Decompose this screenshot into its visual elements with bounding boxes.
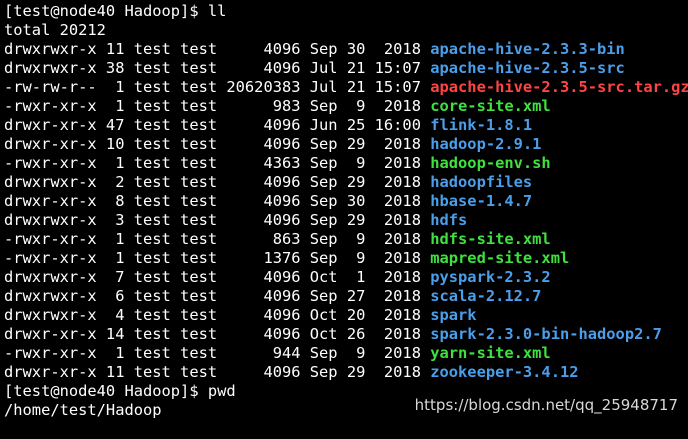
file-name: flink-1.8.1 [430,116,533,134]
listing-row: drwxrwxr-x 11 test test 4096 Sep 30 2018… [4,40,688,59]
listing-row: -rwxr-xr-x 1 test test 944 Sep 9 2018 ya… [4,344,688,363]
listing-row: drwxrwxr-x 38 test test 4096 Jul 21 15:0… [4,59,688,78]
terminal-output[interactable]: [test@node40 Hadoop]$ ll total 20212 drw… [4,2,688,439]
file-metadata: -rwxr-xr-x 1 test test 4363 Sep 9 2018 [4,154,431,172]
file-metadata: drwxrwxr-x 11 test test 4096 Sep 30 2018 [4,40,431,58]
listing-row: drwxr-xr-x 8 test test 4096 Sep 30 2018 … [4,192,688,211]
file-name: yarn-site.xml [430,344,551,362]
file-metadata: drwxrwxr-x 6 test test 4096 Sep 27 2018 [4,287,431,305]
listing-row: -rw-rw-r-- 1 test test 20620383 Jul 21 1… [4,78,688,97]
listing-row: drwxrwxr-x 4 test test 4096 Oct 20 2018 … [4,306,688,325]
watermark: https://blog.csdn.net/qq_25948717 [414,396,678,414]
file-name: zookeeper-3.4.12 [430,363,579,381]
listing-row: -rwxr-xr-x 1 test test 4363 Sep 9 2018 h… [4,154,688,173]
listing-row: drwxrwxr-x 7 test test 4096 Oct 1 2018 p… [4,268,688,287]
file-metadata: drwxr-xr-x 14 test test 4096 Oct 26 2018 [4,325,431,343]
file-metadata: drwxrwxr-x 2 test test 4096 Sep 29 2018 [4,173,431,191]
file-name: hdfs-site.xml [430,230,551,248]
file-metadata: drwxrwxr-x 38 test test 4096 Jul 21 15:0… [4,59,431,77]
file-name: spark [430,306,477,324]
file-metadata: drwxr-xr-x 8 test test 4096 Sep 30 2018 [4,192,431,210]
file-metadata: -rwxr-xr-x 1 test test 944 Sep 9 2018 [4,344,431,362]
file-metadata: -rwxr-xr-x 1 test test 1376 Sep 9 2018 [4,249,431,267]
file-metadata: drwxr-xr-x 47 test test 4096 Jun 25 16:0… [4,116,431,134]
file-name: hbase-1.4.7 [430,192,533,210]
file-name: apache-hive-2.3.5-src.tar.gz [430,78,688,96]
file-metadata: drwxrwxr-x 3 test test 4096 Sep 29 2018 [4,211,431,229]
file-metadata: drwxrwxr-x 7 test test 4096 Oct 1 2018 [4,268,431,286]
file-metadata: -rw-rw-r-- 1 test test 20620383 Jul 21 1… [4,78,431,96]
listing-row: drwxr-xr-x 47 test test 4096 Jun 25 16:0… [4,116,688,135]
listing-row: drwxr-xr-x 14 test test 4096 Oct 26 2018… [4,325,688,344]
partial-prompt-line [4,420,688,439]
file-name: mapred-site.xml [430,249,570,267]
total-line: total 20212 [4,21,106,39]
file-name: pyspark-2.3.2 [430,268,551,286]
prompt-line: [test@node40 Hadoop]$ ll [4,2,227,20]
file-name: apache-hive-2.3.5-src [430,59,625,77]
file-name: hadoop-2.9.1 [430,135,542,153]
listing-row: drwxrwxr-x 6 test test 4096 Sep 27 2018 … [4,287,688,306]
file-name: hadoop-env.sh [430,154,551,172]
file-name: hadoopfiles [430,173,533,191]
listing-row: drwxr-xr-x 10 test test 4096 Sep 29 2018… [4,135,688,154]
file-metadata: drwxr-xr-x 11 test test 4096 Sep 29 2018 [4,363,431,381]
file-metadata: drwxr-xr-x 10 test test 4096 Sep 29 2018 [4,135,431,153]
file-name: apache-hive-2.3.3-bin [430,40,625,58]
listing-row: drwxrwxr-x 3 test test 4096 Sep 29 2018 … [4,211,688,230]
file-metadata: -rwxr-xr-x 1 test test 863 Sep 9 2018 [4,230,431,248]
file-name: hdfs [430,211,468,229]
file-name: scala-2.12.7 [430,287,542,305]
file-metadata: -rwxr-xr-x 1 test test 983 Sep 9 2018 [4,97,431,115]
listing-row: -rwxr-xr-x 1 test test 983 Sep 9 2018 co… [4,97,688,116]
listing-row: -rwxr-xr-x 1 test test 863 Sep 9 2018 hd… [4,230,688,249]
file-name: spark-2.3.0-bin-hadoop2.7 [430,325,662,343]
listing-row: -rwxr-xr-x 1 test test 1376 Sep 9 2018 m… [4,249,688,268]
listing-row: drwxr-xr-x 11 test test 4096 Sep 29 2018… [4,363,688,382]
listing-row: drwxrwxr-x 2 test test 4096 Sep 29 2018 … [4,173,688,192]
file-name: core-site.xml [430,97,551,115]
file-metadata: drwxrwxr-x 4 test test 4096 Oct 20 2018 [4,306,431,324]
file-listing: drwxrwxr-x 11 test test 4096 Sep 30 2018… [4,40,688,382]
